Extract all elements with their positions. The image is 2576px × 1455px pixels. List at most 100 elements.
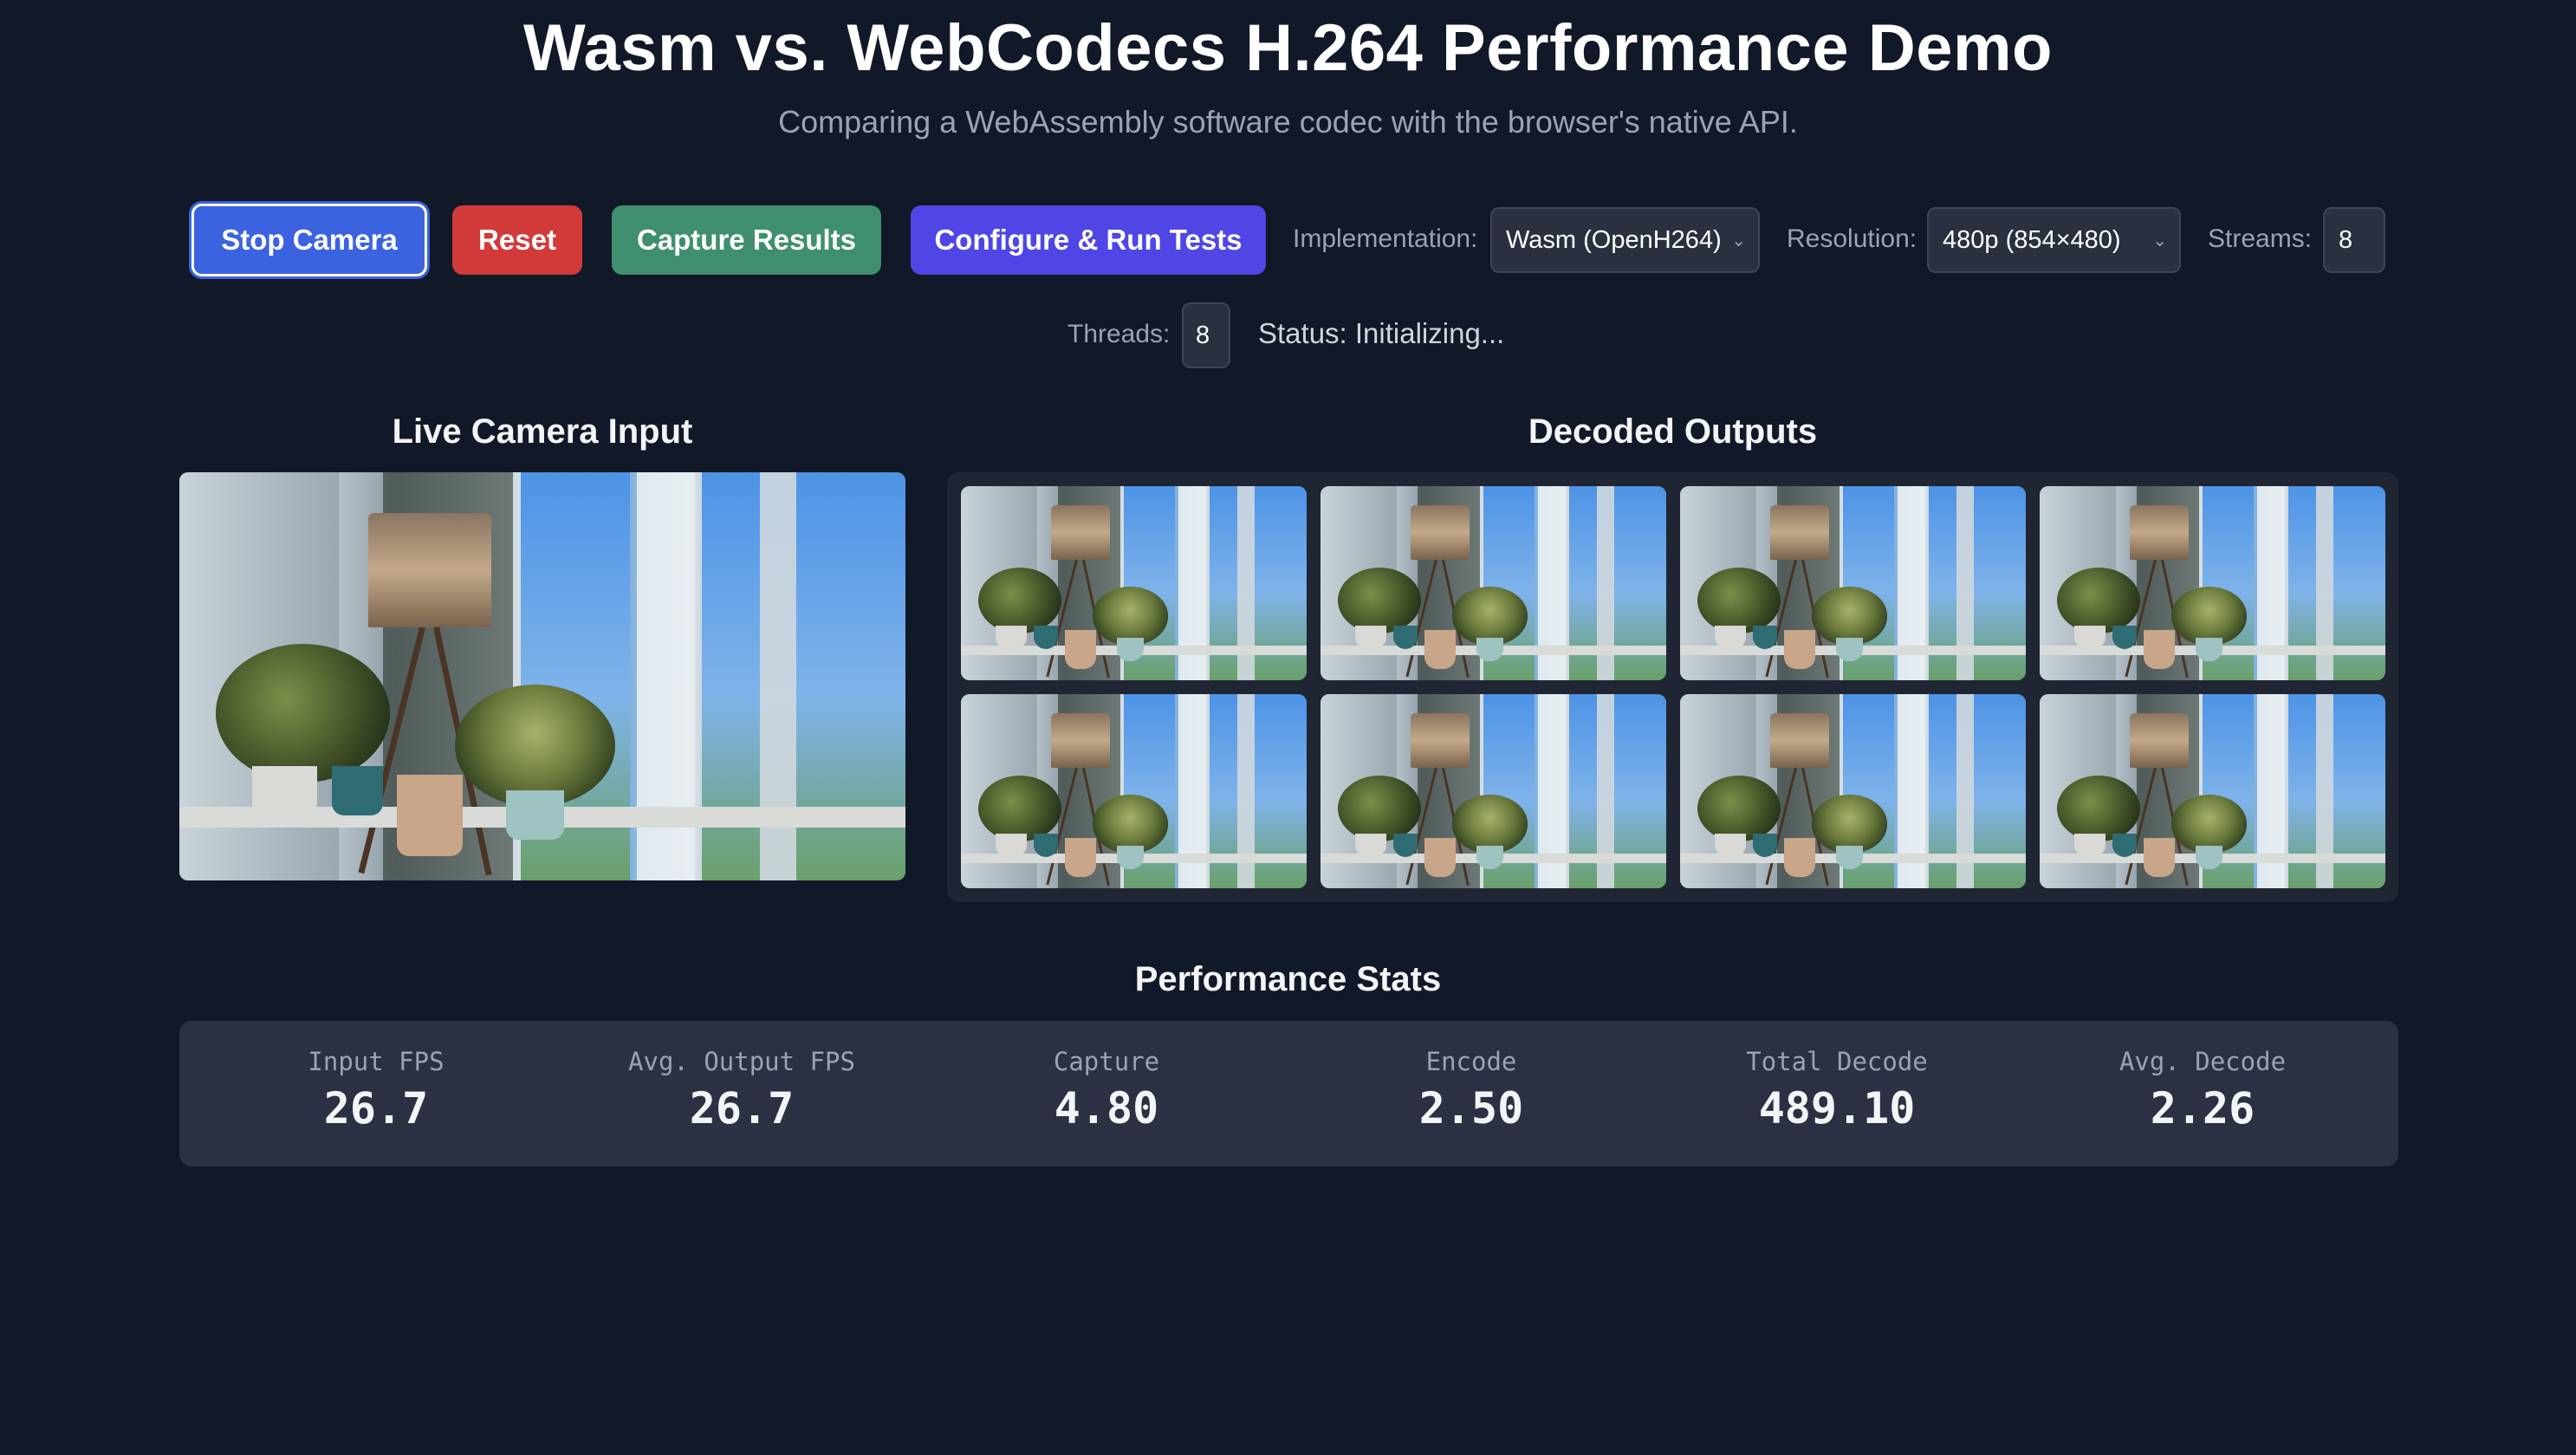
stat-encode: Encode 2.50 <box>1289 1047 1653 1133</box>
scene-plants <box>1811 795 1888 854</box>
scene-pot <box>2112 834 2137 858</box>
scene-pot <box>2143 629 2175 669</box>
decoded-output-video <box>1680 694 2026 888</box>
decoded-output-video <box>1320 694 1666 888</box>
scene-pot <box>1116 637 1145 661</box>
stat-value: 4.80 <box>1054 1083 1159 1133</box>
stat-label: Input FPS <box>308 1047 444 1076</box>
stat-label: Avg. Output FPS <box>628 1047 855 1076</box>
chevron-down-icon: ⌄ <box>1731 231 1746 250</box>
scene-lamp <box>367 513 492 627</box>
scene-pot <box>2073 626 2106 650</box>
scene-lamp <box>1050 713 1110 769</box>
threads-label: Threads: <box>1067 320 1171 348</box>
scene-pot <box>995 834 1027 858</box>
scene-plants <box>2056 776 2140 842</box>
scene-pot <box>1835 637 1864 661</box>
stat-label: Capture <box>1053 1047 1160 1076</box>
scene-plants <box>1451 795 1528 854</box>
scene-plants <box>1697 568 1781 634</box>
stat-value: 2.26 <box>2150 1083 2255 1133</box>
scene-pot <box>331 766 383 815</box>
decoded-output-video <box>2040 486 2385 680</box>
decoded-output-video <box>961 486 1307 680</box>
scene-plants <box>977 776 1061 842</box>
stat-input-fps: Input FPS 26.7 <box>194 1047 558 1133</box>
scene-plants <box>1337 568 1421 634</box>
page-title: Wasm vs. WebCodecs H.264 Performance Dem… <box>523 11 2053 85</box>
scene-pot <box>1354 834 1386 858</box>
scene-plants <box>2170 795 2248 854</box>
scene-pot <box>1116 845 1145 869</box>
page-subtitle: Comparing a WebAssembly software codec w… <box>778 104 1798 140</box>
resolution-value: 480p (854×480) <box>1943 225 2121 254</box>
scene-plants <box>1811 587 1888 646</box>
scene-plants <box>1451 587 1528 646</box>
scene-lamp <box>1769 713 1829 769</box>
decoded-output-video <box>961 694 1307 888</box>
decoded-outputs-title: Decoded Outputs <box>1528 412 1818 451</box>
scene-lamp <box>1410 713 1470 769</box>
scene-pot <box>1424 629 1456 669</box>
scene-lamp <box>1410 505 1470 561</box>
stop-camera-button[interactable]: Stop Camera <box>191 204 427 276</box>
scene-pot <box>1835 845 1864 869</box>
scene-pot <box>995 626 1027 650</box>
scene-pot <box>251 766 318 815</box>
stat-label: Total Decode <box>1746 1047 1928 1076</box>
scene-lamp <box>2129 713 2189 769</box>
scene-pot <box>1392 834 1418 858</box>
scene-pot <box>2195 637 2223 661</box>
scene-plants <box>1337 776 1421 842</box>
live-camera-video <box>179 472 905 880</box>
configure-run-tests-button[interactable]: Configure & Run Tests <box>911 205 1266 275</box>
scene-pot <box>1424 837 1456 877</box>
threads-input[interactable]: 8 <box>1182 302 1230 368</box>
streams-input[interactable]: 8 <box>2323 207 2385 273</box>
scene-pot <box>2112 626 2137 650</box>
scene-plants <box>2056 568 2140 634</box>
stat-value: 2.50 <box>1418 1083 1524 1133</box>
streams-label: Streams: <box>2208 224 2313 253</box>
stat-value: 26.7 <box>689 1083 795 1133</box>
stat-capture: Capture 4.80 <box>925 1047 1288 1133</box>
stat-value: 26.7 <box>323 1083 429 1133</box>
reset-button[interactable]: Reset <box>452 205 582 275</box>
decoded-output-video <box>1680 486 2026 680</box>
scene-lamp <box>2129 505 2189 561</box>
implementation-label: Implementation: <box>1293 224 1478 253</box>
capture-results-button[interactable]: Capture Results <box>612 205 881 275</box>
stat-avg-output-fps: Avg. Output FPS 26.7 <box>560 1047 924 1133</box>
scene-pot <box>1783 629 1815 669</box>
resolution-select[interactable]: 480p (854×480) ⌄ <box>1927 207 2181 273</box>
scene-pot <box>1392 626 1418 650</box>
scene-pot <box>2073 834 2106 858</box>
resolution-label: Resolution: <box>1787 224 1917 253</box>
scene-pot <box>2195 845 2223 869</box>
scene-pot <box>506 790 565 840</box>
scene-pot <box>1064 629 1096 669</box>
scene-plants <box>1697 776 1781 842</box>
stat-avg-decode: Avg. Decode 2.26 <box>2021 1047 2385 1133</box>
scene-pot <box>1714 626 1746 650</box>
scene-pot <box>1752 834 1777 858</box>
stat-label: Encode <box>1425 1047 1517 1076</box>
scene-lamp <box>1050 505 1110 561</box>
chevron-down-icon: ⌄ <box>2152 231 2167 250</box>
stat-total-decode: Total Decode 489.10 <box>1655 1047 2019 1133</box>
scene-plants <box>977 568 1061 634</box>
performance-stats-title: Performance Stats <box>1134 960 1442 998</box>
page: Wasm vs. WebCodecs H.264 Performance Dem… <box>0 0 2576 1455</box>
implementation-value: Wasm (OpenH264) <box>1506 225 1722 254</box>
stat-label: Avg. Decode <box>2119 1047 2287 1076</box>
live-input-title: Live Camera Input <box>392 412 693 451</box>
scene-pot <box>2143 837 2175 877</box>
scene-pot <box>1752 626 1777 650</box>
scene-pot <box>397 774 463 856</box>
scene-plants <box>455 684 615 808</box>
scene-plants <box>1092 795 1169 854</box>
scene-plants <box>2170 587 2248 646</box>
decoded-output-video <box>1320 486 1666 680</box>
scene-pot <box>1476 845 1504 869</box>
implementation-select[interactable]: Wasm (OpenH264) ⌄ <box>1490 207 1760 273</box>
